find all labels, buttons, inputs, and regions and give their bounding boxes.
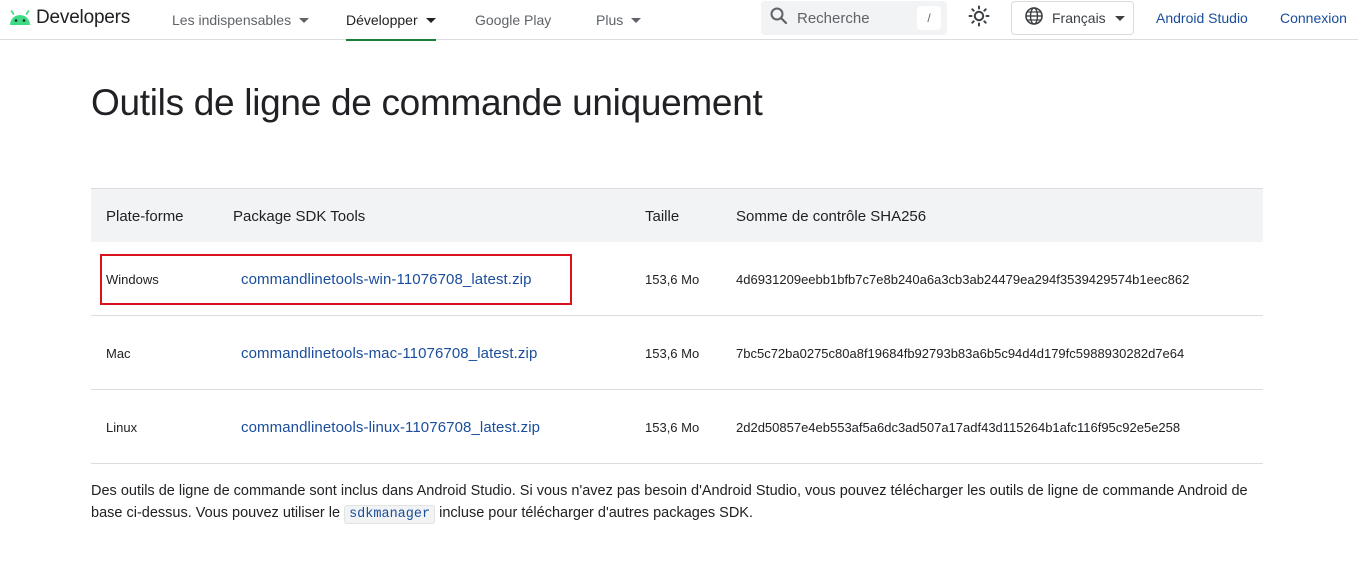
header-platform: Plate-forme — [106, 207, 184, 225]
nav-label: Google Play — [475, 12, 552, 28]
search-shortcut-key: / — [917, 6, 941, 30]
connexion-link[interactable]: Connexion — [1280, 0, 1347, 36]
page-title: Outils de ligne de commande uniquement — [91, 82, 763, 123]
nav-label: Plus — [596, 12, 624, 28]
package-cell: commandlinetools-win-11076708_latest.zip — [241, 242, 532, 316]
package-cell: commandlinetools-linux-11076708_latest.z… — [241, 390, 540, 464]
downloads-table: Plate-forme Package SDK Tools Taille Som… — [91, 188, 1263, 464]
description-paragraph: Des outils de ligne de commande sont inc… — [91, 480, 1261, 526]
nav-google-play[interactable]: Google Play — [475, 0, 551, 40]
nav-label: Développer — [346, 12, 418, 28]
nav-les-indispensables[interactable]: Les indispensables — [172, 0, 310, 40]
chevron-down-icon — [299, 17, 310, 23]
description-text-after: incluse pour télécharger d'autres packag… — [435, 505, 754, 521]
top-navigation-bar: Developers Les indispensables Développer… — [0, 0, 1358, 41]
sdkmanager-code[interactable]: sdkmanager — [344, 505, 436, 524]
download-link-linux[interactable]: commandlinetools-linux-11076708_latest.z… — [241, 419, 540, 436]
sha256-cell: 4d6931209eebb1bfb7c7e8b240a6a3cb3ab24479… — [736, 271, 1190, 287]
table-header-row: Plate-forme Package SDK Tools Taille Som… — [91, 188, 1263, 242]
search-box[interactable]: / — [761, 1, 947, 35]
developers-logo[interactable]: Developers — [8, 6, 130, 30]
sha256-cell: 2d2d50857e4eb553af5a6dc3ad507a17adf43d11… — [736, 419, 1181, 435]
platform-cell: Linux — [106, 419, 138, 435]
size-cell: 153,6 Mo — [645, 419, 700, 435]
chevron-down-icon — [1114, 15, 1125, 21]
nav-developper[interactable]: Développer — [346, 0, 436, 41]
logo-text: Developers — [36, 7, 131, 28]
theme-toggle-button[interactable] — [966, 5, 992, 31]
table-row: Linux commandlinetools-linux-11076708_la… — [91, 390, 1263, 464]
size-cell: 153,6 Mo — [645, 271, 700, 287]
chevron-down-icon — [425, 17, 436, 23]
active-tab-indicator — [346, 39, 436, 41]
theme-toggle-icon — [968, 5, 990, 32]
size-cell: 153,6 Mo — [645, 345, 700, 361]
table-row: Mac commandlinetools-mac-11076708_latest… — [91, 316, 1263, 390]
download-link-mac[interactable]: commandlinetools-mac-11076708_latest.zip — [241, 345, 537, 362]
chevron-down-icon — [631, 17, 642, 23]
header-size: Taille — [645, 207, 680, 225]
search-input[interactable] — [797, 9, 912, 27]
android-studio-link[interactable]: Android Studio — [1156, 0, 1248, 36]
platform-cell: Windows — [106, 271, 159, 287]
header-sha256: Somme de contrôle SHA256 — [736, 207, 927, 225]
header-package: Package SDK Tools — [233, 207, 366, 225]
package-cell: commandlinetools-mac-11076708_latest.zip — [241, 316, 537, 390]
search-icon — [769, 6, 789, 31]
language-selector[interactable]: Français — [1011, 1, 1134, 35]
table-row: Windows commandlinetools-win-11076708_la… — [91, 242, 1263, 316]
nav-label: Les indispensables — [172, 12, 292, 28]
nav-plus[interactable]: Plus — [596, 0, 642, 40]
download-link-windows[interactable]: commandlinetools-win-11076708_latest.zip — [241, 271, 532, 288]
sha256-cell: 7bc5c72ba0275c80a8f19684fb92793b83a6b5c9… — [736, 345, 1185, 361]
platform-cell: Mac — [106, 345, 131, 361]
android-logo-icon — [8, 10, 32, 26]
globe-icon — [1024, 6, 1044, 31]
language-label: Français — [1052, 10, 1106, 26]
